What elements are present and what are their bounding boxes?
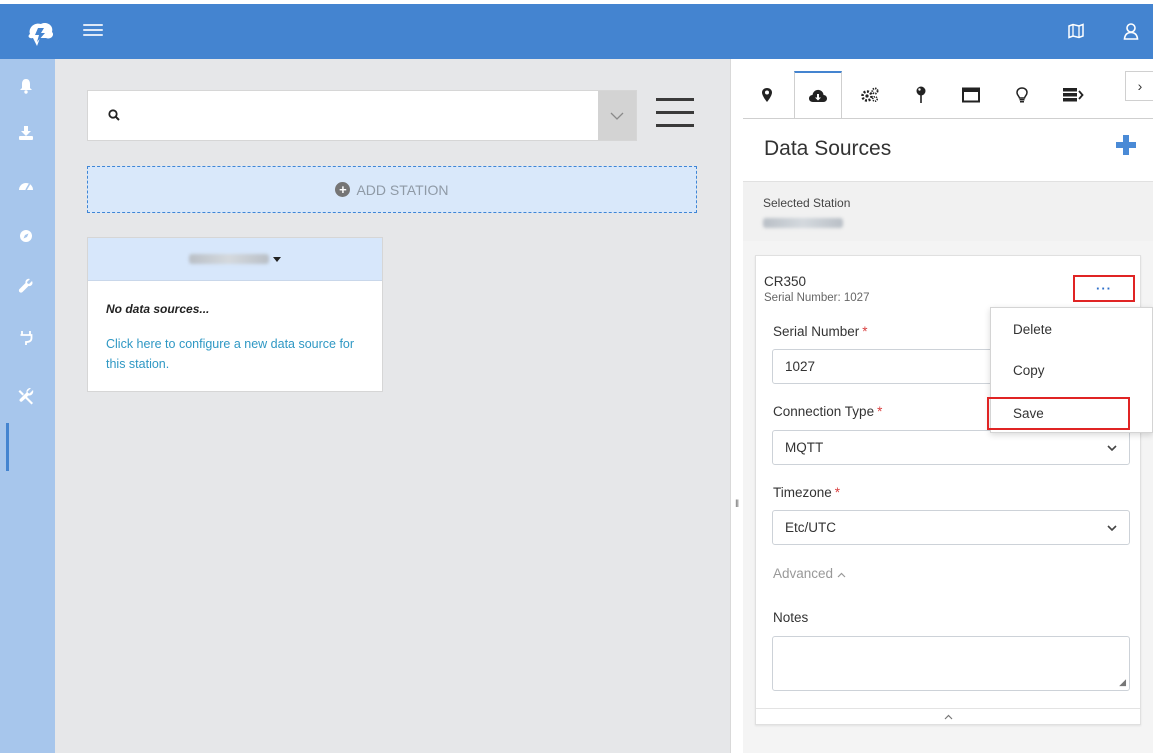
data-sources-header: Data Sources bbox=[743, 119, 1153, 181]
timezone-select[interactable]: Etc/UTC bbox=[772, 510, 1130, 545]
bell-icon[interactable] bbox=[13, 73, 39, 99]
timezone-label: Timezone * bbox=[773, 485, 841, 500]
panel-splitter[interactable]: ‖ bbox=[730, 59, 743, 753]
lightbulb-icon bbox=[1016, 86, 1028, 102]
chevron-down-icon bbox=[1107, 444, 1117, 451]
search-dropdown-button[interactable] bbox=[598, 91, 636, 140]
station-card-header[interactable] bbox=[88, 238, 382, 281]
tab-lightbulb[interactable] bbox=[998, 71, 1046, 119]
connection-type-label: Connection Type * bbox=[773, 404, 883, 419]
tab-map-pin[interactable] bbox=[897, 71, 945, 119]
station-name-redacted bbox=[189, 254, 269, 264]
advanced-toggle[interactable]: Advanced bbox=[773, 566, 846, 581]
left-sidebar bbox=[0, 59, 55, 753]
selected-station-label: Selected Station bbox=[763, 196, 851, 210]
tab-server[interactable] bbox=[1049, 71, 1097, 119]
no-data-sources-text: No data sources... bbox=[106, 302, 210, 316]
serial-number-label: Serial Number * bbox=[773, 324, 868, 339]
hamburger-icon[interactable] bbox=[83, 21, 103, 41]
download-icon[interactable] bbox=[13, 120, 39, 146]
more-options-button[interactable]: ··· bbox=[1073, 275, 1135, 302]
chevron-down-icon bbox=[610, 112, 624, 120]
dashboard-icon[interactable] bbox=[13, 172, 39, 198]
tab-scroll-right-button[interactable]: › bbox=[1125, 71, 1153, 101]
configure-data-source-link[interactable]: Click here to configure a new data sourc… bbox=[106, 334, 356, 374]
list-menu-icon[interactable] bbox=[656, 98, 694, 130]
data-source-serial-subtitle: Serial Number: 1027 bbox=[764, 292, 870, 304]
station-search bbox=[87, 90, 637, 141]
tab-data-sources[interactable] bbox=[794, 71, 842, 119]
tab-settings[interactable] bbox=[846, 71, 894, 119]
server-icon bbox=[1063, 88, 1084, 102]
wrench-icon[interactable] bbox=[13, 273, 39, 299]
page-title: Data Sources bbox=[764, 137, 892, 160]
location-pin-icon bbox=[762, 88, 772, 102]
notes-label: Notes bbox=[773, 610, 809, 625]
active-indicator bbox=[6, 423, 9, 471]
collapse-card-button[interactable] bbox=[756, 708, 1140, 725]
window-icon bbox=[962, 87, 980, 103]
plug-icon[interactable] bbox=[13, 325, 39, 351]
top-bar bbox=[0, 0, 1153, 59]
chevron-down-icon bbox=[1107, 524, 1117, 531]
tools-icon[interactable] bbox=[13, 383, 39, 409]
tab-bar: › bbox=[743, 59, 1153, 119]
connection-type-select[interactable]: MQTT bbox=[772, 430, 1130, 465]
map-pin-icon bbox=[916, 86, 926, 103]
selected-station: Selected Station bbox=[743, 181, 1153, 241]
selected-station-value-redacted bbox=[763, 216, 843, 231]
user-icon[interactable] bbox=[1123, 22, 1139, 40]
menu-item-save[interactable]: Save bbox=[987, 397, 1130, 430]
chevron-up-icon bbox=[837, 572, 846, 578]
add-station-label: ADD STATION bbox=[356, 181, 449, 198]
gears-icon bbox=[861, 87, 879, 103]
grip-icon[interactable]: ‖ bbox=[735, 499, 739, 510]
map-icon[interactable] bbox=[1068, 23, 1084, 39]
search-icon bbox=[108, 109, 120, 124]
caret-down-icon[interactable] bbox=[273, 256, 281, 262]
tab-location[interactable] bbox=[743, 71, 791, 119]
tab-window[interactable] bbox=[947, 71, 995, 119]
notes-textarea[interactable]: ◢ bbox=[772, 636, 1130, 691]
plus-circle-icon: + bbox=[335, 182, 351, 197]
plus-icon[interactable] bbox=[1115, 134, 1137, 160]
data-source-name: CR350 bbox=[764, 274, 807, 289]
menu-item-copy[interactable]: Copy bbox=[991, 350, 1152, 390]
station-card: No data sources... Click here to configu… bbox=[87, 237, 383, 392]
chevron-up-icon bbox=[944, 714, 952, 720]
cloud-logo-icon[interactable] bbox=[24, 18, 56, 48]
data-source-options-menu: Delete Copy Save bbox=[987, 307, 1153, 433]
resize-handle-icon[interactable]: ◢ bbox=[1119, 677, 1126, 688]
add-station-button[interactable]: + ADD STATION bbox=[87, 166, 697, 213]
compass-icon[interactable] bbox=[13, 223, 39, 249]
search-input[interactable] bbox=[132, 101, 572, 131]
menu-item-delete[interactable]: Delete bbox=[991, 309, 1152, 349]
cloud-download-icon bbox=[809, 89, 827, 102]
